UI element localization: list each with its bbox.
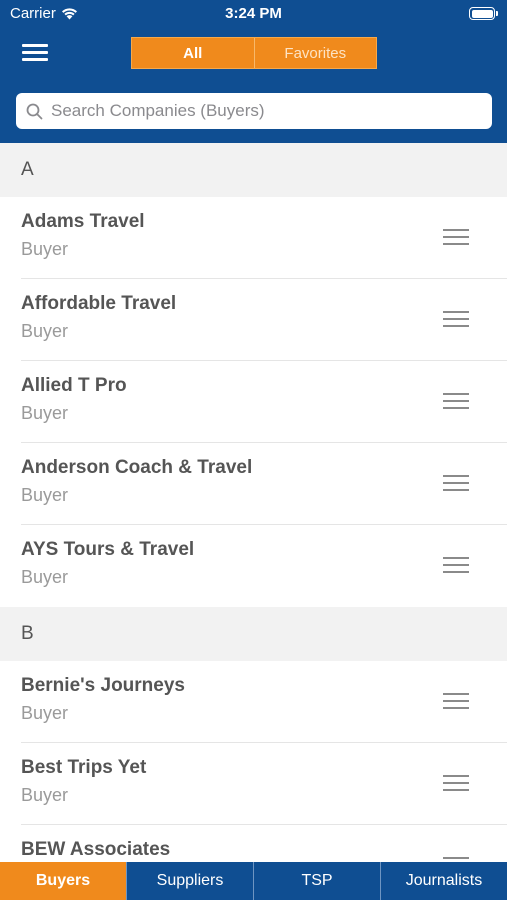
list-item[interactable]: Adams Travel Buyer (0, 197, 507, 279)
company-type: Buyer (21, 485, 69, 505)
battery-icon (469, 7, 498, 20)
reorder-handle-icon[interactable] (443, 310, 469, 328)
list-item[interactable]: Allied T Pro Buyer (0, 361, 507, 443)
status-time: 3:24 PM (225, 5, 282, 22)
tab-journalists[interactable]: Journalists (380, 862, 507, 900)
company-list: A Adams Travel Buyer Affordable Travel B… (0, 143, 507, 900)
company-name: Anderson Coach & Travel (21, 457, 253, 478)
hamburger-menu-icon[interactable] (22, 42, 48, 62)
reorder-handle-icon[interactable] (443, 556, 469, 574)
company-name: Bernie's Journeys (21, 675, 185, 696)
company-name: BEW Associates (21, 839, 171, 860)
reorder-handle-icon[interactable] (443, 692, 469, 710)
company-type: Buyer (21, 703, 69, 723)
list-item[interactable]: Best Trips Yet Buyer (0, 743, 507, 825)
filter-segmented-control: All Favorites (131, 37, 377, 69)
company-name: Best Trips Yet (21, 757, 147, 778)
segment-all[interactable]: All (132, 38, 254, 68)
company-type: Buyer (21, 403, 69, 423)
tab-tsp[interactable]: TSP (253, 862, 380, 900)
company-type: Buyer (21, 321, 69, 341)
search-icon (26, 103, 43, 119)
company-type: Buyer (21, 239, 69, 259)
company-name: Allied T Pro (21, 375, 127, 396)
section-header-b: B (0, 607, 507, 661)
list-item[interactable]: Anderson Coach & Travel Buyer (0, 443, 507, 525)
search-bar[interactable] (16, 93, 492, 129)
reorder-handle-icon[interactable] (443, 774, 469, 792)
status-bar: Carrier 3:24 PM (0, 0, 507, 28)
company-name: Adams Travel (21, 211, 145, 232)
section-header-a: A (0, 143, 507, 197)
list-item[interactable]: Affordable Travel Buyer (0, 279, 507, 361)
company-name: Affordable Travel (21, 293, 177, 314)
app-header: Carrier 3:24 PM All Favorites (0, 0, 507, 143)
search-input[interactable] (51, 101, 471, 121)
tab-buyers[interactable]: Buyers (0, 862, 126, 900)
list-item[interactable]: Bernie's Journeys Buyer (0, 661, 507, 743)
tab-suppliers[interactable]: Suppliers (126, 862, 253, 900)
segment-favorites[interactable]: Favorites (253, 38, 376, 68)
reorder-handle-icon[interactable] (443, 392, 469, 410)
company-name: AYS Tours & Travel (21, 539, 195, 560)
bottom-tab-bar: Buyers Suppliers TSP Journalists (0, 862, 507, 900)
list-item[interactable]: AYS Tours & Travel Buyer (0, 525, 507, 607)
reorder-handle-icon[interactable] (443, 474, 469, 492)
company-type: Buyer (21, 785, 69, 805)
reorder-handle-icon[interactable] (443, 228, 469, 246)
company-type: Buyer (21, 567, 69, 587)
